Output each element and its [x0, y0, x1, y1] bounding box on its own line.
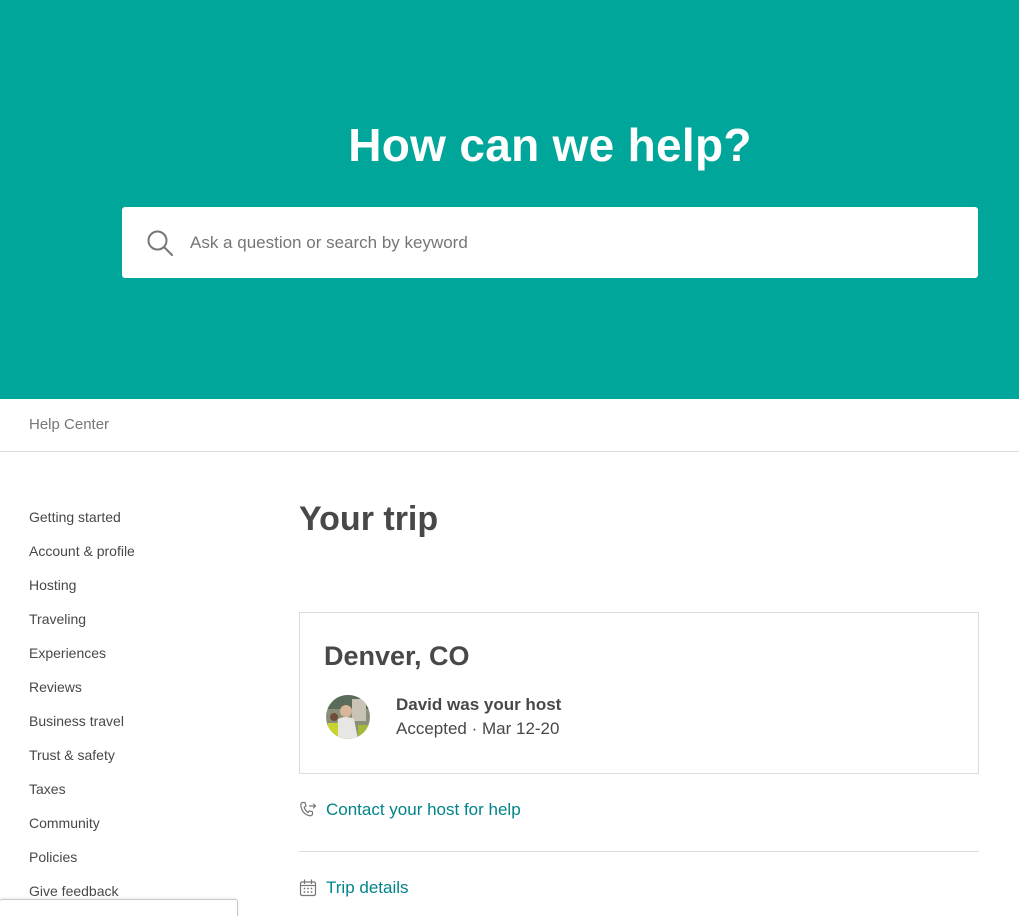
- host-avatar: [326, 695, 370, 739]
- search-box[interactable]: [122, 207, 978, 278]
- phone-forward-icon: [300, 801, 317, 817]
- sidebar-item-reviews[interactable]: Reviews: [29, 677, 249, 711]
- sidebar-item-getting-started[interactable]: Getting started: [29, 507, 249, 541]
- trip-details-label: Trip details: [326, 878, 409, 897]
- calendar-icon: [299, 879, 317, 897]
- sidebar-item-trust-safety[interactable]: Trust & safety: [29, 745, 249, 779]
- hero-banner: How can we help?: [0, 0, 1019, 399]
- page-title: Your trip: [299, 500, 439, 538]
- sidebar-item-business-travel[interactable]: Business travel: [29, 711, 249, 745]
- divider: [299, 851, 979, 852]
- sidebar-item-hosting[interactable]: Hosting: [29, 575, 249, 609]
- bottom-widget[interactable]: [0, 899, 238, 916]
- sidebar-item-taxes[interactable]: Taxes: [29, 779, 249, 813]
- sidebar-item-experiences[interactable]: Experiences: [29, 643, 249, 677]
- host-line: David was your host: [396, 695, 562, 714]
- sidebar-item-community[interactable]: Community: [29, 813, 249, 847]
- trip-status: Accepted · Mar 12-20: [396, 719, 560, 738]
- breadcrumb-help-center[interactable]: Help Center: [29, 416, 109, 433]
- sidebar-nav: Getting started Account & profile Hostin…: [29, 507, 249, 915]
- contact-host-label: Contact your host for help: [326, 800, 521, 819]
- breadcrumb-bar: Help Center: [0, 399, 1019, 452]
- hero-title: How can we help?: [348, 119, 752, 171]
- search-icon: [147, 230, 173, 256]
- trip-city: Denver, CO: [324, 641, 470, 671]
- sidebar-item-account-profile[interactable]: Account & profile: [29, 541, 249, 575]
- trip-details-link[interactable]: Trip details: [299, 868, 979, 908]
- trip-card[interactable]: Denver, CO David was your host Accepted …: [299, 612, 979, 774]
- sidebar-item-policies[interactable]: Policies: [29, 847, 249, 881]
- search-input[interactable]: [190, 207, 950, 278]
- contact-host-link[interactable]: Contact your host for help: [299, 790, 979, 830]
- sidebar-item-traveling[interactable]: Traveling: [29, 609, 249, 643]
